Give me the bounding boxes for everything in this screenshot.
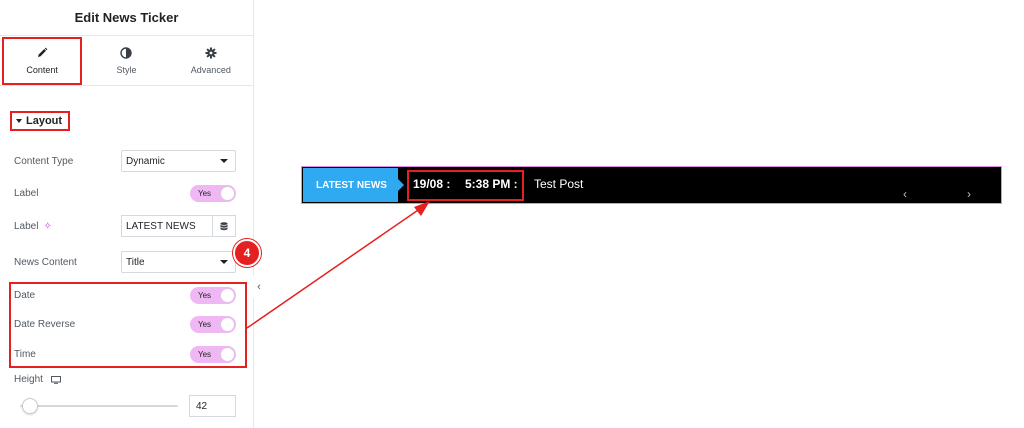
date-label: Date <box>14 289 36 301</box>
date-reverse-switch-text: Yes <box>198 319 212 329</box>
time-switch-text: Yes <box>198 349 212 359</box>
date-switch-text: Yes <box>198 290 212 300</box>
content-type-label: Content Type <box>14 155 74 167</box>
height-input[interactable]: 42 <box>189 395 236 417</box>
caret-down-icon <box>16 119 22 123</box>
dynamic-tags-button[interactable] <box>212 215 236 237</box>
label-toggle-label: Label <box>14 187 39 199</box>
tab-content-label: Content <box>26 64 58 75</box>
switch-knob <box>220 185 235 201</box>
content-type-select[interactable]: Dynamic <box>121 150 236 172</box>
panel-collapse-button[interactable]: ‹ <box>253 276 265 298</box>
database-icon <box>220 221 228 230</box>
panel-title: Edit News Ticker <box>0 0 253 36</box>
ticker-post-title[interactable]: Test Post <box>534 177 583 191</box>
step-badge: 4 <box>233 239 261 267</box>
tab-style[interactable]: Style <box>84 36 168 85</box>
content-type-value: Dynamic <box>126 155 165 167</box>
half-circle-icon <box>120 46 133 59</box>
news-content-label: News Content <box>14 256 77 268</box>
section-title: Layout <box>26 115 63 127</box>
switch-knob <box>220 346 235 362</box>
ticker-date: 19/08 : <box>413 177 451 191</box>
tab-advanced-label: Advanced <box>190 64 231 75</box>
label-switch-text: Yes <box>198 188 212 198</box>
date-switch[interactable]: Yes <box>190 286 236 304</box>
date-reverse-switch[interactable]: Yes <box>190 315 236 333</box>
news-ticker-widget[interactable]: LATEST NEWS 19/08 : 5:38 PM : Test Post … <box>301 166 1002 204</box>
tab-content[interactable]: Content <box>0 36 84 85</box>
panel-tabs: Content Style Advanced <box>0 36 253 86</box>
height-row: Height <box>14 374 61 385</box>
tab-advanced[interactable]: Advanced <box>169 36 253 85</box>
chevron-left-icon: ‹ <box>257 281 261 293</box>
height-label: Height <box>14 374 43 385</box>
gear-icon <box>205 47 217 58</box>
date-row: Date Yes <box>14 284 236 306</box>
label-text-label: Label ✧ <box>14 221 52 232</box>
label-text-row: Label ✧ LATEST NEWS <box>14 215 236 237</box>
label-text-input[interactable]: LATEST NEWS <box>121 215 212 237</box>
chevron-down-icon <box>220 260 228 264</box>
switch-knob <box>220 287 235 303</box>
date-reverse-row: Date Reverse Yes <box>14 313 236 335</box>
label-text-caption: Label <box>14 220 39 232</box>
date-reverse-label: Date Reverse <box>14 318 76 330</box>
height-slider-track[interactable] <box>20 405 178 407</box>
news-content-value: Title <box>126 256 145 268</box>
tab-style-label: Style <box>116 64 137 75</box>
ticker-time: 5:38 PM : <box>465 177 518 191</box>
news-content-row: News Content Title <box>14 251 236 273</box>
height-slider-handle[interactable] <box>22 398 38 414</box>
label-switch[interactable]: Yes <box>190 184 236 202</box>
ticker-next-button[interactable]: › <box>967 187 971 201</box>
ticker-label: LATEST NEWS <box>303 168 404 202</box>
layout-section-toggle[interactable]: Layout <box>10 111 70 131</box>
chevron-down-icon <box>220 159 228 163</box>
switch-knob <box>220 316 235 332</box>
time-switch[interactable]: Yes <box>190 345 236 363</box>
desktop-icon[interactable] <box>50 375 61 384</box>
label-toggle-row: Label Yes <box>14 182 236 204</box>
pencil-icon <box>38 47 48 57</box>
news-content-select[interactable]: Title <box>121 251 236 273</box>
label-text-group: LATEST NEWS <box>121 215 236 237</box>
time-label: Time <box>14 348 36 360</box>
time-row: Time Yes <box>14 343 236 365</box>
ai-sparkle-icon[interactable]: ✧ <box>43 221 51 232</box>
ticker-prev-button[interactable]: ‹ <box>903 187 907 201</box>
content-type-row: Content Type Dynamic <box>14 150 236 172</box>
